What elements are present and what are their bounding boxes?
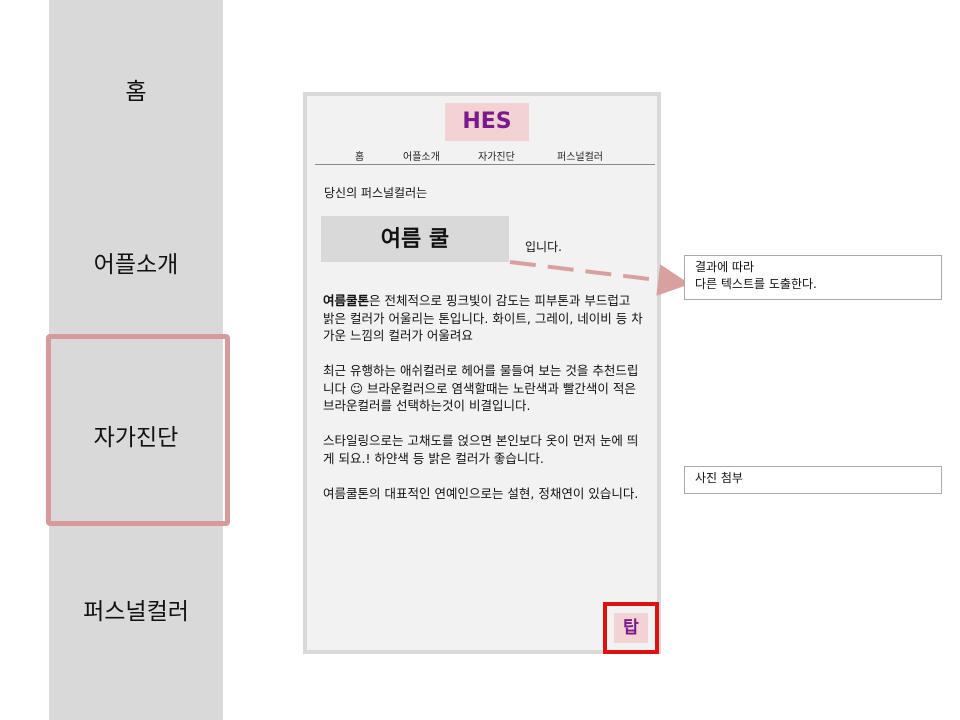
annotation-arrow <box>509 260 690 296</box>
result-note-line-1: 결과에 따라 <box>695 260 755 274</box>
result-note-line-2: 다른 텍스트를 도출한다. <box>695 277 817 291</box>
result-annotation-note: 결과에 따라 다른 텍스트를 도출한다. <box>684 255 942 300</box>
photo-annotation-note: 사진 첨부 <box>684 466 942 494</box>
photo-note-text: 사진 첨부 <box>695 471 743 485</box>
